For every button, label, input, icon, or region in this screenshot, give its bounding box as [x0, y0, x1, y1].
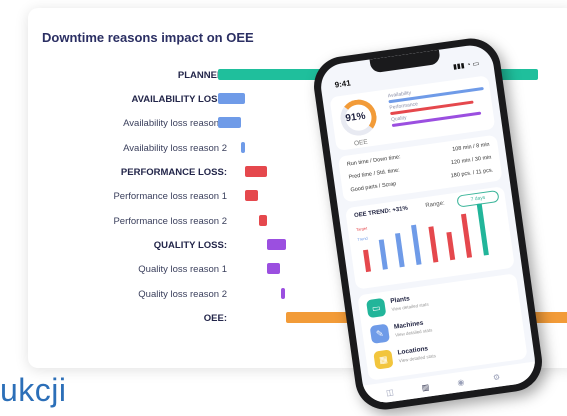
- row-label: Availability loss reason 2: [123, 143, 227, 154]
- row-label: Performance loss reason 2: [113, 216, 227, 227]
- trend-bar: [378, 239, 388, 270]
- status-time: 9:41: [334, 78, 352, 90]
- navigation-panel: ▭ Plants View detailed stats ✎ Machines …: [357, 273, 528, 381]
- downtime-bar: [267, 263, 280, 274]
- phone-screen: 9:41 ▮▮▮ ◔ ▭ 91% OEE Availability Perfor…: [318, 42, 538, 406]
- downtime-bar: [281, 288, 285, 299]
- oee-caption: OEE: [353, 138, 369, 148]
- locations-icon[interactable]: ▦: [373, 349, 394, 370]
- trend-bar: [446, 231, 456, 261]
- card-title: Downtime reasons impact on OEE: [42, 30, 254, 45]
- downtime-bar: [218, 93, 245, 104]
- downtime-bar: [241, 142, 245, 153]
- trend-bar: [428, 226, 439, 263]
- row-label: Quality loss reason 1: [138, 264, 227, 275]
- target-label: Target: [355, 225, 368, 233]
- phone-notch: [369, 49, 441, 74]
- trend-bar: [411, 224, 422, 265]
- trend-title: OEE TREND: +31%: [353, 205, 409, 220]
- downtime-bar: [259, 215, 267, 226]
- machines-icon[interactable]: ✎: [369, 323, 390, 344]
- tab-chart-icon[interactable]: ▥: [421, 382, 430, 392]
- plants-icon[interactable]: ▭: [366, 297, 387, 319]
- row-label: AVAILABILITY LOSS:: [131, 94, 227, 105]
- downtime-bar: [218, 117, 241, 128]
- range-label: Range:: [425, 200, 446, 210]
- trend-label: Trend: [357, 235, 369, 242]
- downtime-bar: [245, 166, 267, 177]
- row-label: Performance loss reason 1: [113, 191, 227, 202]
- row-label: Quality loss reason 2: [138, 289, 227, 300]
- row-label: PERFORMANCE LOSS:: [120, 167, 227, 178]
- oee-trend-panel: OEE TREND: +31% Range: 7 days Target Tre…: [345, 186, 515, 290]
- trend-bar: [476, 203, 489, 256]
- tab-home-icon[interactable]: ◫: [385, 387, 394, 397]
- cropped-heading-text: ukcji: [0, 372, 67, 408]
- trend-bar: [460, 213, 473, 258]
- trend-bar: [395, 232, 405, 268]
- row-label: QUALITY LOSS:: [153, 240, 227, 251]
- downtime-bar: [267, 239, 286, 250]
- status-icons: ▮▮▮ ◔ ▭: [452, 60, 480, 71]
- row-label: OEE:: [203, 313, 227, 324]
- row-label: Availability loss reason 1: [123, 118, 227, 129]
- nav-item-plants[interactable]: Plants: [390, 295, 410, 305]
- downtime-bar: [245, 190, 258, 201]
- tab-location-icon[interactable]: ◉: [457, 378, 465, 388]
- trend-bar: [363, 249, 372, 273]
- tab-settings-icon[interactable]: ⚙: [492, 372, 500, 382]
